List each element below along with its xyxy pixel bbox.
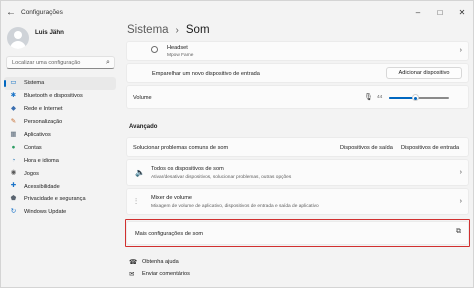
sidebar-item-2[interactable]: ◆ Rede e Internet bbox=[4, 103, 116, 116]
chevron-right-icon: › bbox=[459, 47, 462, 54]
output-devices-link[interactable]: Dispositivos de saída bbox=[340, 145, 393, 151]
settings-window: ← Configurações – □ ✕ Luis Jähn Localiza… bbox=[0, 0, 474, 288]
device-name: Headset bbox=[167, 45, 188, 51]
get-help-label[interactable]: Obtenha ajuda bbox=[142, 259, 179, 265]
input-device-row[interactable]: Headset Mpow Fame › bbox=[126, 41, 469, 61]
sidebar-item-label: Aplicativos bbox=[24, 132, 51, 138]
sidebar: Luis Jähn Localizar uma configuração ⌕ ▭… bbox=[1, 23, 119, 288]
sidebar-item-6[interactable]: ◔ Hora e idioma bbox=[4, 154, 116, 167]
device-radio[interactable] bbox=[151, 46, 158, 53]
sidebar-item-0[interactable]: ▭ Sistema bbox=[4, 77, 116, 90]
sidebar-item-label: Rede e Internet bbox=[24, 106, 63, 113]
minimize-icon[interactable]: – bbox=[407, 1, 429, 23]
all-sound-devices-row[interactable]: 🔈 Todos os dispositivos de som Ativar/de… bbox=[126, 159, 469, 186]
chevron-right-icon: › bbox=[459, 169, 462, 176]
mixer-icon: ⫶ bbox=[135, 197, 137, 206]
troubleshoot-row: Solucionar problemas comuns de som Dispo… bbox=[126, 137, 469, 157]
device-subtitle: Mpow Fame bbox=[167, 53, 194, 58]
volume-mixer-row[interactable]: ⫶ Mixer de volume Mixagem de volume de a… bbox=[126, 188, 469, 215]
sidebar-item-8[interactable]: ✚ Acessibilidade bbox=[4, 180, 116, 193]
speaker-icon: 🔈 bbox=[135, 168, 145, 177]
search-box[interactable]: Localizar uma configuração ⌕ bbox=[6, 56, 115, 69]
sidebar-item-label: Privacidade e segurança bbox=[24, 196, 86, 203]
volume-row: Volume 🎙 44 bbox=[126, 85, 469, 109]
send-feedback-label[interactable]: Enviar comentários bbox=[142, 271, 190, 277]
sidebar-item-9[interactable]: ⬟ Privacidade e segurança bbox=[4, 193, 116, 206]
sidebar-item-label: Contas bbox=[24, 144, 42, 151]
monitor-icon: ▭ bbox=[10, 79, 17, 87]
send-feedback-link[interactable]: ✉ Enviar comentários bbox=[129, 270, 190, 278]
input-devices-link[interactable]: Dispositivos de entrada bbox=[401, 145, 459, 151]
volume-label: Volume bbox=[133, 95, 152, 101]
troubleshoot-label: Solucionar problemas comuns de som bbox=[133, 145, 229, 151]
user-name: Luis Jähn bbox=[35, 29, 64, 36]
accessibility-icon: ✚ bbox=[10, 182, 17, 190]
sidebar-item-label: Acessibilidade bbox=[24, 183, 60, 190]
sidebar-item-label: Windows Update bbox=[24, 209, 67, 216]
bluetooth-icon: ✱ bbox=[10, 92, 17, 100]
sidebar-item-7[interactable]: ◉ Jogos bbox=[4, 167, 116, 180]
volume-slider-thumb[interactable] bbox=[411, 94, 419, 101]
breadcrumb: Sistema › Som bbox=[127, 24, 210, 36]
brush-icon: ✎ bbox=[10, 117, 17, 125]
all-sound-devices-subtitle: Ativar/desativar dispositivos, soluciona… bbox=[151, 175, 292, 180]
sidebar-nav: ▭ Sistema ✱ Bluetooth e dispositivos ◆ Rede e… bbox=[4, 77, 116, 219]
sidebar-item-label: Hora e idioma bbox=[24, 157, 59, 164]
feedback-icon: ✉ bbox=[129, 271, 135, 278]
refresh-icon: ↻ bbox=[10, 208, 17, 216]
search-input[interactable]: Localizar uma configuração bbox=[12, 60, 102, 66]
back-arrow-icon[interactable]: ← bbox=[1, 1, 21, 23]
breadcrumb-separator: › bbox=[175, 24, 179, 36]
sidebar-item-label: Bluetooth e dispositivos bbox=[24, 93, 83, 100]
help-icon: ☎ bbox=[129, 259, 138, 266]
title-bar: ← Configurações – □ ✕ bbox=[1, 1, 473, 23]
sidebar-item-3[interactable]: ✎ Personalização bbox=[4, 116, 116, 129]
volume-mixer-subtitle: Mixagem de volume de aplicativo, disposi… bbox=[151, 204, 319, 209]
get-help-link[interactable]: ☎ Obtenha ajuda bbox=[129, 258, 179, 266]
pair-device-label: Emparelhar um novo dispositivo de entrad… bbox=[152, 71, 260, 77]
sidebar-item-1[interactable]: ✱ Bluetooth e dispositivos bbox=[4, 90, 116, 103]
sidebar-item-label: Sistema bbox=[24, 80, 45, 87]
main-content: Sistema › Som Headset Mpow Fame › Empare… bbox=[121, 23, 473, 288]
shield-icon: ⬟ bbox=[10, 195, 17, 203]
highlight-box bbox=[125, 219, 470, 247]
maximize-icon[interactable]: □ bbox=[429, 1, 451, 23]
search-icon[interactable]: ⌕ bbox=[102, 59, 114, 67]
volume-value: 44 bbox=[377, 95, 383, 100]
close-icon[interactable]: ✕ bbox=[451, 1, 473, 23]
sidebar-item-10[interactable]: ↻ Windows Update bbox=[4, 206, 116, 219]
avatar-head bbox=[14, 31, 22, 39]
avatar[interactable] bbox=[7, 27, 29, 49]
sidebar-item-label: Jogos bbox=[24, 170, 39, 177]
sidebar-item-label: Personalização bbox=[24, 119, 63, 126]
advanced-heading: Avançado bbox=[129, 124, 158, 130]
window-controls: – □ ✕ bbox=[407, 1, 473, 23]
sidebar-item-5[interactable]: ● Contas bbox=[4, 141, 116, 154]
sidebar-item-4[interactable]: ▦ Aplicativos bbox=[4, 129, 116, 142]
add-device-button[interactable]: Adicionar dispositivo bbox=[386, 67, 462, 79]
apps-icon: ▦ bbox=[10, 130, 17, 138]
all-sound-devices-title: Todos os dispositivos de som bbox=[151, 166, 224, 172]
volume-mixer-title: Mixer de volume bbox=[151, 195, 193, 201]
wifi-icon: ◆ bbox=[11, 104, 16, 112]
pair-device-row: Emparelhar um novo dispositivo de entrad… bbox=[126, 63, 469, 83]
avatar-body bbox=[10, 41, 26, 49]
window-title: Configurações bbox=[21, 8, 63, 16]
page-title: Som bbox=[185, 24, 210, 36]
microphone-icon[interactable]: 🎙 bbox=[364, 93, 373, 101]
globe-clock-icon: ◔ bbox=[11, 156, 16, 164]
person-icon: ● bbox=[11, 143, 16, 151]
chevron-right-icon: › bbox=[459, 198, 462, 205]
breadcrumb-parent[interactable]: Sistema bbox=[127, 24, 169, 36]
gamepad-icon: ◉ bbox=[10, 169, 17, 177]
